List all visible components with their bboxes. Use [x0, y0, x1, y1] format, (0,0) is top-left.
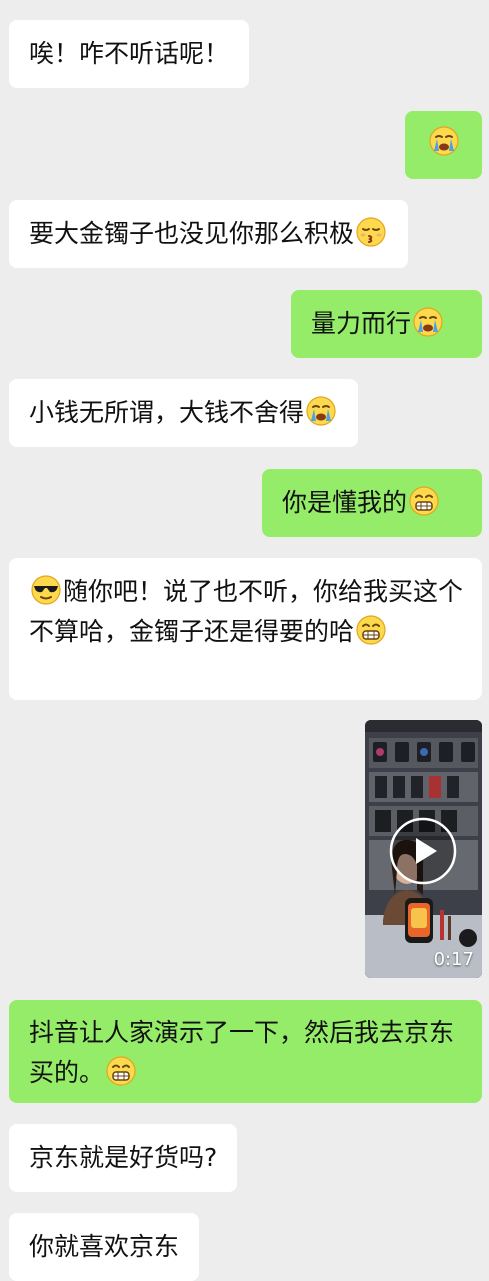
message-bubble-incoming[interactable]: 京东就是好货吗? — [9, 1124, 238, 1192]
message-bubble-incoming[interactable]: 小钱无所谓，大钱不舍得 — [9, 379, 359, 447]
message-bubble-outgoing[interactable]: 你是懂我的 — [262, 469, 482, 537]
message-bubble-incoming[interactable]: 你就喜欢京东 — [9, 1213, 200, 1281]
message-text: 唉！咋不听话呢！ — [29, 39, 230, 68]
message-text: 京东就是好货吗? — [29, 1143, 218, 1172]
loudly-crying-face-icon — [413, 307, 443, 337]
grinning-face-icon — [106, 1056, 136, 1086]
message-text: 量力而行 — [311, 309, 412, 338]
message-text: 随你吧！说了也不听，你给我买这个不算哈，金镯子还是得要的哈 — [29, 577, 464, 646]
grinning-face-icon — [409, 486, 439, 516]
message-text: 你是懂我的 — [282, 488, 408, 517]
message-text: 小钱无所谓，大钱不舍得 — [29, 398, 305, 427]
message-bubble-outgoing[interactable] — [405, 111, 482, 179]
play-icon[interactable] — [388, 816, 458, 886]
message-text: 抖音让人家演示了一下，然后我去京东买的。 — [29, 1018, 455, 1087]
video-message-thumbnail[interactable]: 0:17 — [365, 720, 482, 978]
video-duration: 0:17 — [433, 949, 474, 970]
message-bubble-incoming[interactable]: 唉！咋不听话呢！ — [9, 20, 250, 88]
loudly-crying-face-icon — [428, 126, 459, 156]
message-text: 要大金镯子也没见你那么积极 — [29, 219, 355, 248]
message-bubble-outgoing[interactable]: 抖音让人家演示了一下，然后我去京东买的。 — [9, 1000, 482, 1103]
loudly-crying-face-icon — [306, 396, 336, 426]
kissing-face-icon — [356, 217, 386, 247]
message-bubble-outgoing[interactable]: 量力而行 — [291, 290, 482, 358]
message-bubble-incoming[interactable]: 要大金镯子也没见你那么积极 — [9, 200, 409, 268]
message-text: 你就喜欢京东 — [29, 1232, 180, 1261]
message-bubble-incoming[interactable]: 随你吧！说了也不听，你给我买这个不算哈，金镯子还是得要的哈 — [9, 558, 482, 700]
sunglasses-face-icon — [31, 575, 61, 605]
grinning-face-icon — [356, 615, 386, 645]
